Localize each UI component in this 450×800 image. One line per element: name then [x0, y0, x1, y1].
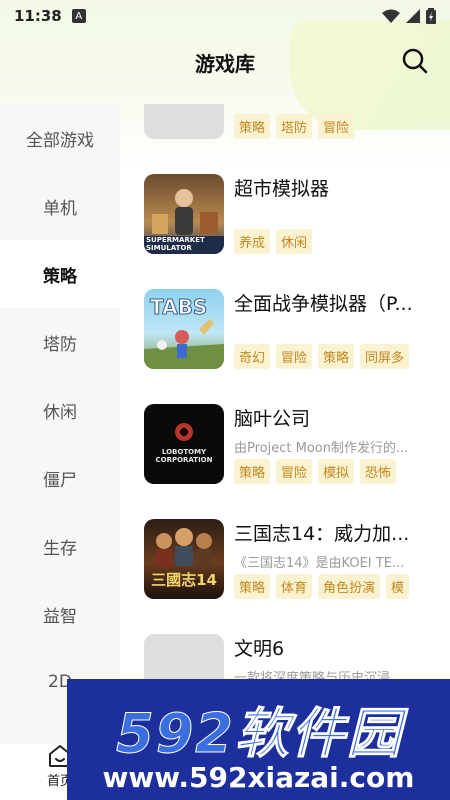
- sidebar-item-label: 生存: [43, 538, 77, 559]
- game-tag: 模: [386, 574, 410, 599]
- game-title: 全面战争模拟器（P...: [234, 293, 413, 315]
- sidebar-item-all-games[interactable]: 全部游戏: [0, 104, 120, 172]
- game-tag: 冒险: [318, 114, 355, 139]
- game-thumbnail: TABS: [144, 289, 224, 369]
- status-bar: 11:38 A: [0, 0, 450, 32]
- game-thumbnail: SUPERMARKET SIMULATOR: [144, 174, 224, 254]
- page-title: 游戏库: [195, 51, 255, 76]
- game-description: 由Project Moon制作发行的...: [234, 441, 409, 456]
- thumb-caption: SUPERMARKET SIMULATOR: [146, 236, 205, 252]
- game-list-item[interactable]: 三國志14 三国志14：威力加... 《三国志14》是由KOEI TE... 策…: [144, 519, 444, 609]
- sidebar-item-label: 休闲: [43, 402, 77, 423]
- search-icon: [402, 48, 428, 74]
- game-tag: 角色扮演: [318, 574, 381, 599]
- sidebar-item-zombie[interactable]: 僵尸: [0, 444, 120, 512]
- sidebar-item-single-player[interactable]: 单机: [0, 172, 120, 240]
- game-tag: 策略: [234, 574, 271, 599]
- status-icons: [382, 8, 436, 24]
- game-tag: 模拟: [318, 459, 355, 484]
- game-description: 《三国志14》是由KOEI TE...: [234, 556, 405, 571]
- game-tag: 休闲: [276, 229, 313, 254]
- sidebar-item-tower-defense[interactable]: 塔防: [0, 308, 120, 376]
- game-tag: 同屏多: [360, 344, 410, 369]
- game-tag: 塔防: [276, 114, 313, 139]
- game-tag: 体育: [276, 574, 313, 599]
- game-title: 三国志14：威力加...: [234, 523, 410, 545]
- game-thumbnail: 三國志14: [144, 519, 224, 599]
- game-tags: 养成 休闲: [234, 229, 419, 254]
- sidebar-item-label: 塔防: [43, 334, 77, 355]
- wifi-icon: [382, 9, 400, 23]
- game-tag: 冒险: [276, 344, 313, 369]
- game-list: 策略 塔防 冒险 SUPERMARKET SIMULATOR 超市模拟器 养成 …: [120, 104, 450, 744]
- sidebar-item-puzzle[interactable]: 益智: [0, 580, 120, 648]
- sidebar-item-label: 单机: [43, 198, 77, 219]
- game-tag: 恐怖: [360, 459, 397, 484]
- game-tag: 策略: [234, 114, 271, 139]
- battery-icon: [426, 8, 436, 24]
- game-tag: 策略: [318, 344, 355, 369]
- notification-icon: A: [71, 9, 86, 23]
- status-time: 11:38: [14, 7, 62, 25]
- search-button[interactable]: [400, 46, 430, 76]
- game-title: 脑叶公司: [234, 408, 311, 430]
- game-tag: 冒险: [276, 459, 313, 484]
- sidebar-item-label: 全部游戏: [26, 130, 94, 151]
- sidebar-item-label: 益智: [43, 606, 77, 627]
- app-header: 游戏库: [0, 40, 450, 84]
- thumb-caption: 三國志14: [151, 571, 217, 589]
- sidebar-item-strategy[interactable]: 策略: [0, 240, 120, 308]
- game-tag: 策略: [234, 459, 271, 484]
- sidebar-item-survival[interactable]: 生存: [0, 512, 120, 580]
- sidebar-item-label: 僵尸: [43, 470, 77, 491]
- thumb-caption: TABS: [149, 295, 208, 320]
- watermark-banner: 592软件园 www.592xiazai.com: [67, 679, 450, 800]
- game-list-item[interactable]: TABS 全面战争模拟器（P... 奇幻 冒险 策略 同屏多: [144, 289, 444, 379]
- thumb-caption: LOBOTOMY CORPORATION: [155, 448, 213, 464]
- watermark-logo-text: 592软件园: [116, 702, 403, 766]
- lobotomy-cover-art: [175, 423, 193, 441]
- game-tag: 奇幻: [234, 344, 271, 369]
- game-tags: 策略 体育 角色扮演 模: [234, 574, 419, 599]
- game-tag: 养成: [234, 229, 271, 254]
- game-list-item[interactable]: 策略 塔防 冒险: [144, 104, 444, 149]
- game-thumbnail: LOBOTOMY CORPORATION: [144, 404, 224, 484]
- sidebar-item-label: 策略: [43, 266, 77, 287]
- game-list-item[interactable]: SUPERMARKET SIMULATOR 超市模拟器 养成 休闲: [144, 174, 444, 264]
- game-tags: 策略 塔防 冒险: [234, 114, 419, 139]
- game-tags: 策略 冒险 模拟 恐怖: [234, 459, 419, 484]
- signal-icon: [406, 9, 420, 23]
- game-list-item[interactable]: LOBOTOMY CORPORATION 脑叶公司 由Project Moon制…: [144, 404, 444, 494]
- game-title: 文明6: [234, 638, 285, 660]
- sidebar-item-casual[interactable]: 休闲: [0, 376, 120, 444]
- game-tags: 奇幻 冒险 策略 同屏多: [234, 344, 419, 369]
- game-title: 超市模拟器: [234, 178, 330, 200]
- category-sidebar: 全部游戏 单机 策略 塔防 休闲 僵尸 生存 益智 2D: [0, 104, 120, 744]
- watermark-url: www.592xiazai.com: [102, 761, 415, 794]
- game-thumbnail: [144, 104, 224, 139]
